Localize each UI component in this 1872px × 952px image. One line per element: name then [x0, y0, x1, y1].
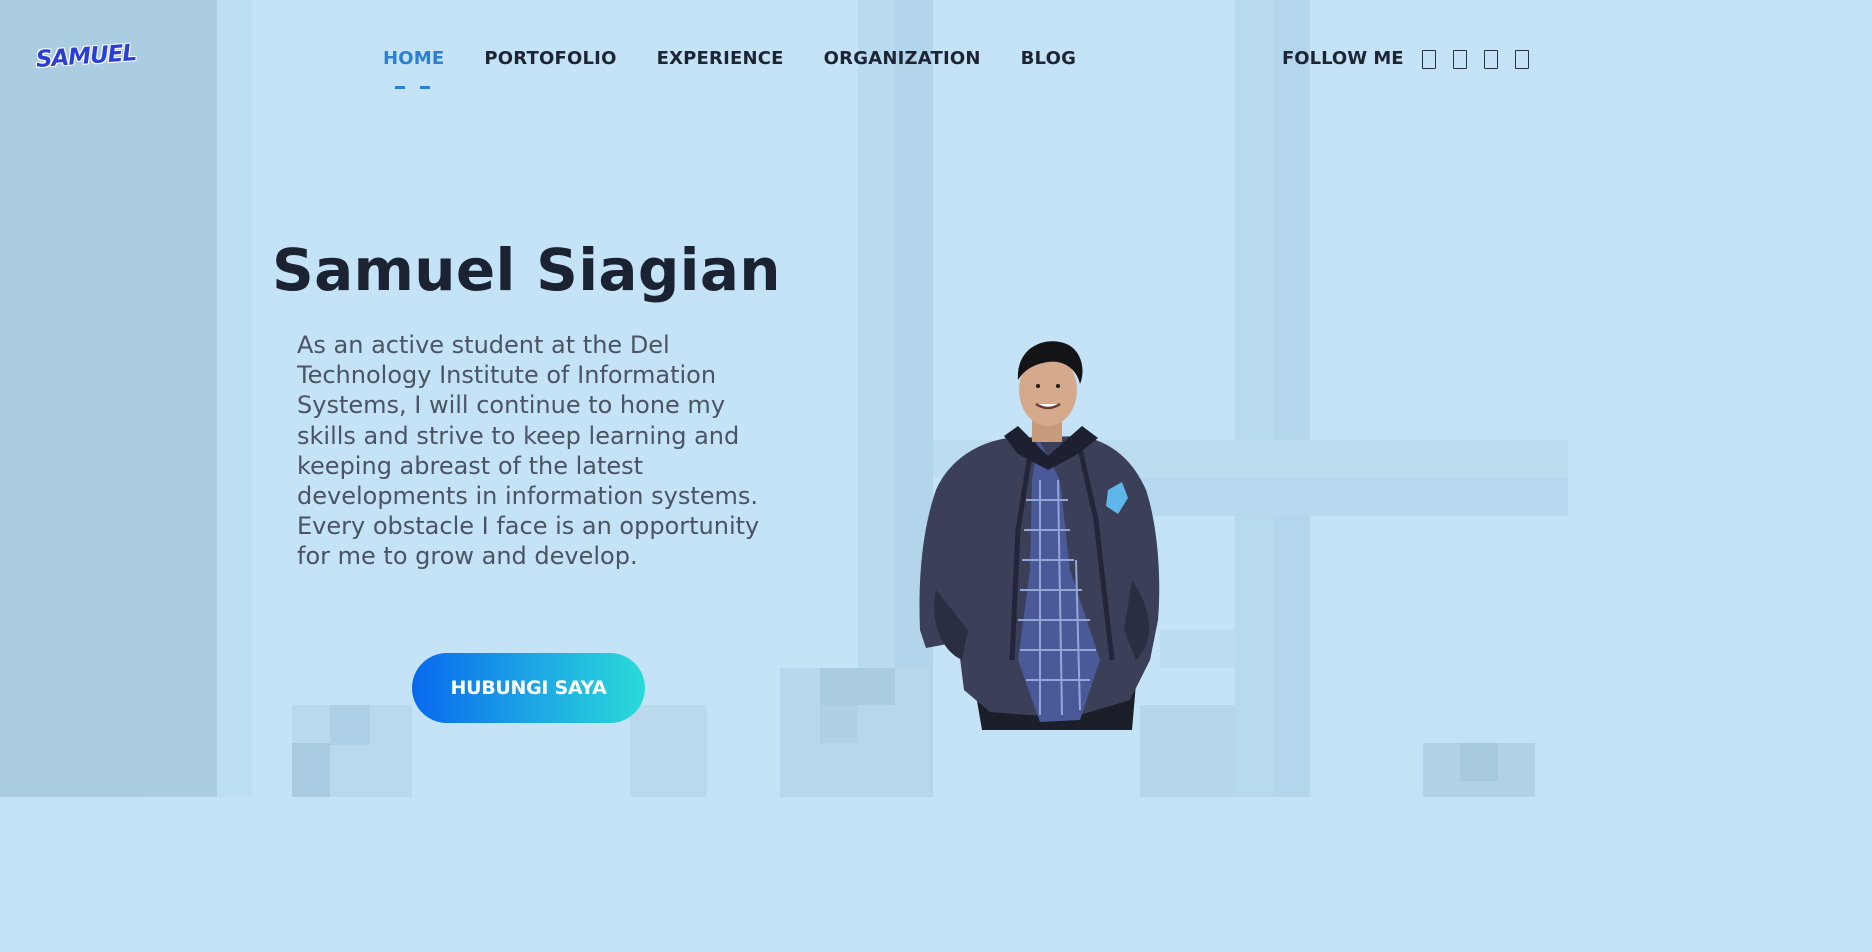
nav-item-home[interactable]: HOME [383, 48, 444, 69]
twitter-icon[interactable] [1515, 50, 1529, 69]
follow-label: FOLLOW ME [1282, 48, 1404, 69]
social-links [1422, 50, 1546, 69]
nav-item-experience[interactable]: EXPERIENCE [657, 48, 784, 69]
instagram-icon[interactable] [1422, 50, 1436, 69]
hero-description: As an active student at the Del Technolo… [297, 331, 760, 571]
github-icon[interactable] [1484, 50, 1498, 69]
main-nav: HOME PORTOFOLIO EXPERIENCE ORGANIZATION … [383, 48, 1116, 89]
nav-item-organization[interactable]: ORGANIZATION [824, 48, 981, 69]
logo[interactable]: SAMUEL [35, 40, 137, 77]
nav-item-blog[interactable]: BLOG [1021, 48, 1076, 69]
linkedin-icon[interactable] [1453, 50, 1467, 69]
profile-photo [919, 341, 1160, 730]
nav-item-portofolio[interactable]: PORTOFOLIO [484, 48, 616, 69]
active-nav-indicator [395, 86, 435, 89]
site-header: SAMUEL HOME PORTOFOLIO EXPERIENCE ORGANI… [0, 0, 1568, 120]
contact-button[interactable]: HUBUNGI SAYA [412, 653, 645, 723]
hero-title: Samuel Siagian [272, 236, 781, 304]
